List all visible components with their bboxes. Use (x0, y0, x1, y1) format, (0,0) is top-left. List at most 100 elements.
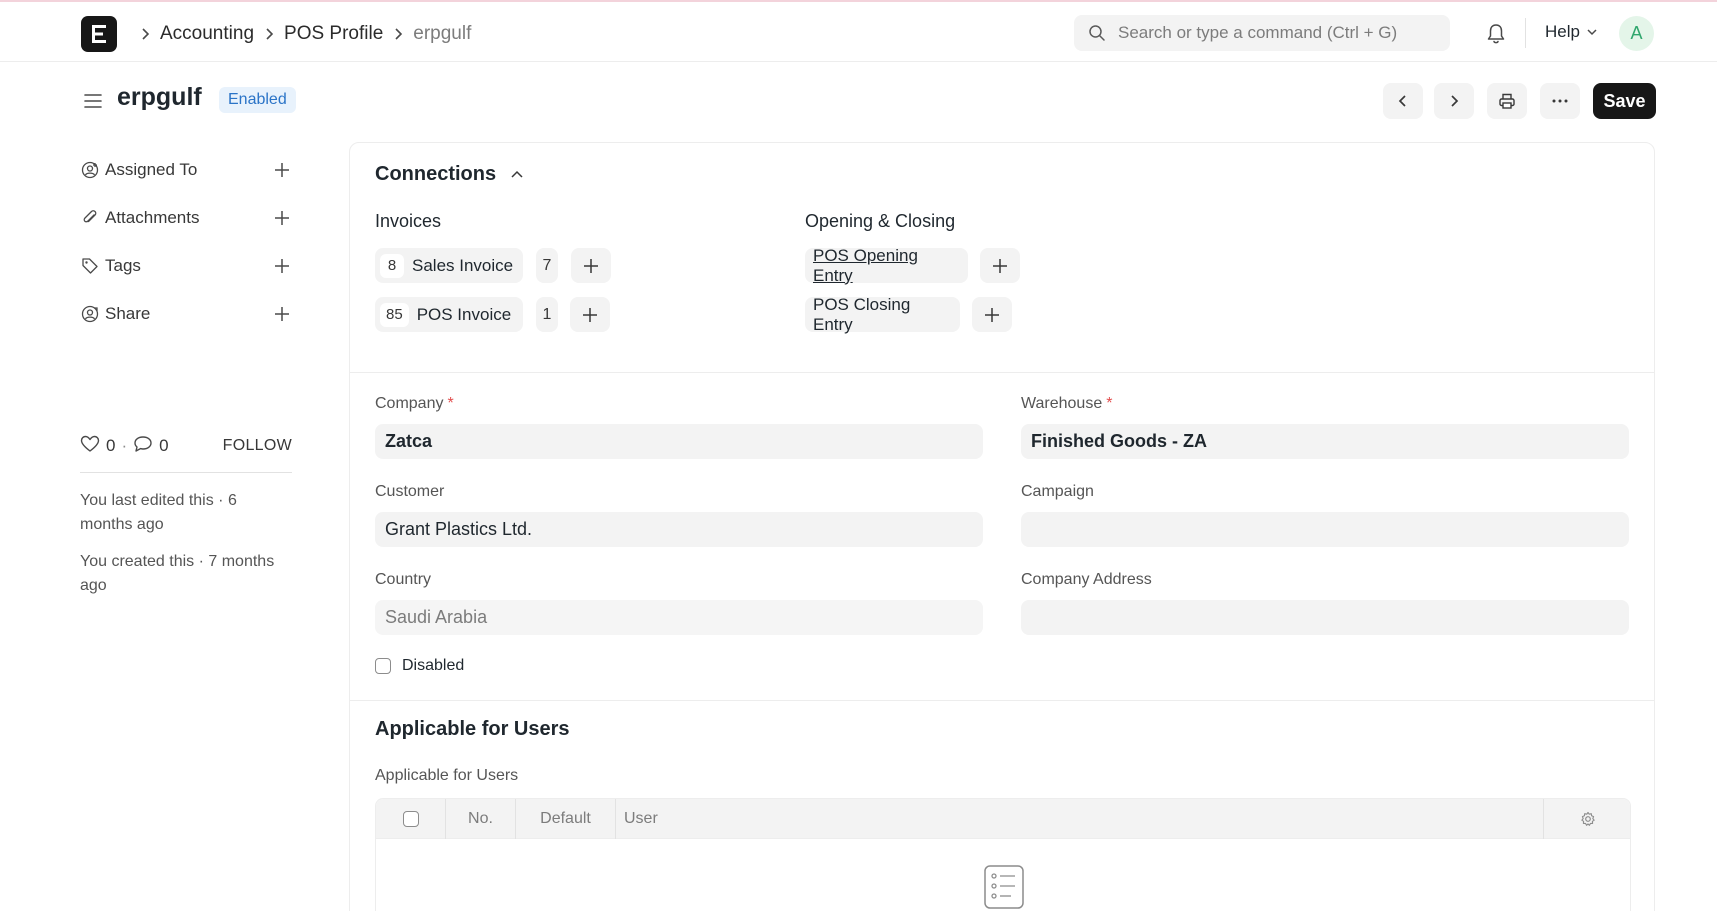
form-card: Connections Invoices 8 Sales Invoice 7 8… (349, 142, 1655, 911)
link-label: POS Opening Entry (813, 245, 918, 285)
plus-icon[interactable] (272, 208, 292, 228)
pos-invoice-count: 85 (380, 302, 409, 327)
users-table-header: No. Default User (376, 799, 1630, 839)
help-dropdown[interactable]: Help (1545, 22, 1598, 42)
notification-bell-icon[interactable] (1484, 22, 1508, 46)
add-pos-invoice-button[interactable] (570, 297, 610, 332)
sidebar-item-tags[interactable]: Tags (80, 251, 292, 281)
sales-invoice-open-count[interactable]: 7 (536, 248, 558, 283)
print-button[interactable] (1487, 83, 1527, 119)
invoices-group-title: Invoices (375, 211, 442, 231)
column-no: No. (446, 799, 516, 839)
company-address-label: Company Address (1021, 571, 1152, 588)
sidebar-item-label: Assigned To (105, 160, 198, 179)
connections-title: Connections (375, 163, 497, 185)
app-logo[interactable] (81, 16, 117, 52)
customer-label: Customer (375, 483, 445, 500)
erpnext-logo-icon (92, 25, 106, 43)
opening-closing-group-title: Opening & Closing (805, 211, 956, 231)
gear-icon (1581, 811, 1595, 826)
user-avatar[interactable]: A (1619, 16, 1654, 51)
status-badge: Enabled (219, 87, 296, 113)
warehouse-label-text: Warehouse (1021, 395, 1103, 412)
link-label: Sales Invoice (412, 255, 514, 275)
breadcrumb-pos-profile[interactable]: POS Profile (284, 23, 383, 45)
chevron-right-icon (393, 27, 403, 41)
save-button[interactable]: Save (1593, 83, 1656, 119)
search-bar[interactable] (1074, 15, 1450, 51)
sidebar-item-label: Attachments (105, 208, 200, 227)
sidebar-toggle-icon[interactable] (82, 90, 104, 112)
assign-user-icon (80, 160, 100, 180)
add-sales-invoice-button[interactable] (571, 248, 611, 283)
company-label: Company * (375, 395, 454, 413)
more-actions-button[interactable] (1540, 83, 1580, 119)
disabled-checkbox-row[interactable]: Disabled (375, 657, 464, 675)
chevron-right-icon (1451, 95, 1459, 107)
warehouse-field[interactable]: Finished Goods - ZA (1021, 424, 1629, 459)
select-all-cell (376, 799, 446, 839)
country-label: Country (375, 571, 432, 588)
page-title: erpgulf (117, 83, 202, 111)
campaign-field[interactable] (1021, 512, 1629, 547)
sidebar-item-attachments[interactable]: Attachments (80, 203, 292, 233)
connections-section-toggle[interactable]: Connections (375, 163, 524, 186)
sidebar-item-share[interactable]: Share (80, 299, 292, 329)
last-edited-note: You last edited this · 6 months ago (80, 492, 237, 533)
country-field[interactable]: Saudi Arabia (375, 600, 983, 635)
applicable-users-section-title: Applicable for Users (375, 718, 570, 741)
users-table-label: Applicable for Users (375, 767, 519, 784)
follow-button[interactable]: FOLLOW (223, 437, 292, 455)
navbar: Accounting POS Profile erpgulf Help A (0, 2, 1717, 62)
grid-settings-button[interactable] (1544, 799, 1630, 839)
heart-icon[interactable] (80, 435, 100, 458)
sales-invoice-link[interactable]: 8 Sales Invoice (375, 248, 523, 283)
breadcrumb-current[interactable]: erpgulf (413, 23, 471, 45)
plus-icon (985, 307, 999, 322)
breadcrumb: Accounting POS Profile erpgulf (130, 20, 471, 48)
sidebar-item-assigned-to[interactable]: Assigned To (80, 155, 292, 185)
disabled-checkbox[interactable] (375, 658, 391, 674)
sidebar-item-label: Tags (105, 256, 141, 275)
chevron-left-icon (1398, 95, 1406, 107)
ellipsis-icon (1552, 99, 1568, 103)
pos-invoice-link[interactable]: 85 POS Invoice (375, 297, 523, 332)
breadcrumb-accounting[interactable]: Accounting (160, 23, 254, 45)
campaign-label: Campaign (1021, 483, 1094, 500)
navbar-divider (1525, 18, 1526, 48)
chevron-up-icon (511, 170, 523, 178)
disabled-label: Disabled (402, 657, 465, 674)
company-address-field[interactable] (1021, 600, 1629, 635)
sales-invoice-count: 8 (380, 253, 404, 278)
empty-list-icon (983, 864, 1025, 911)
plus-icon (584, 258, 598, 273)
likes-comments-row: 0 · 0 FOLLOW (80, 431, 292, 461)
printer-icon (1499, 93, 1515, 109)
previous-doc-button[interactable] (1383, 83, 1423, 119)
plus-icon[interactable] (272, 256, 292, 276)
select-all-checkbox[interactable] (402, 811, 419, 827)
plus-icon[interactable] (272, 304, 292, 324)
link-label: POS Closing Entry (813, 294, 911, 334)
add-pos-opening-entry-button[interactable] (980, 248, 1020, 283)
plus-icon[interactable] (272, 160, 292, 180)
company-field[interactable]: Zatca (375, 424, 983, 459)
pos-invoice-open-count[interactable]: 1 (536, 297, 558, 332)
link-label: POS Invoice (416, 304, 512, 324)
separator-dot: · (121, 436, 128, 455)
search-input[interactable] (1118, 23, 1438, 43)
created-note: You created this · 7 months ago (80, 553, 275, 594)
chevron-down-icon (1587, 29, 1597, 36)
users-table: No. Default User (375, 798, 1631, 911)
required-marker: * (1106, 395, 1113, 412)
comment-icon[interactable] (133, 435, 153, 458)
customer-field[interactable]: Grant Plastics Ltd. (375, 512, 983, 547)
chevron-right-icon (140, 27, 150, 41)
pos-opening-entry-link[interactable]: POS Opening Entry (805, 245, 968, 285)
pos-closing-entry-link[interactable]: POS Closing Entry (805, 294, 960, 334)
comments-count: 0 (159, 436, 169, 455)
column-default: Default (516, 799, 616, 839)
next-doc-button[interactable] (1434, 83, 1474, 119)
help-label: Help (1545, 22, 1580, 41)
add-pos-closing-entry-button[interactable] (972, 297, 1012, 332)
